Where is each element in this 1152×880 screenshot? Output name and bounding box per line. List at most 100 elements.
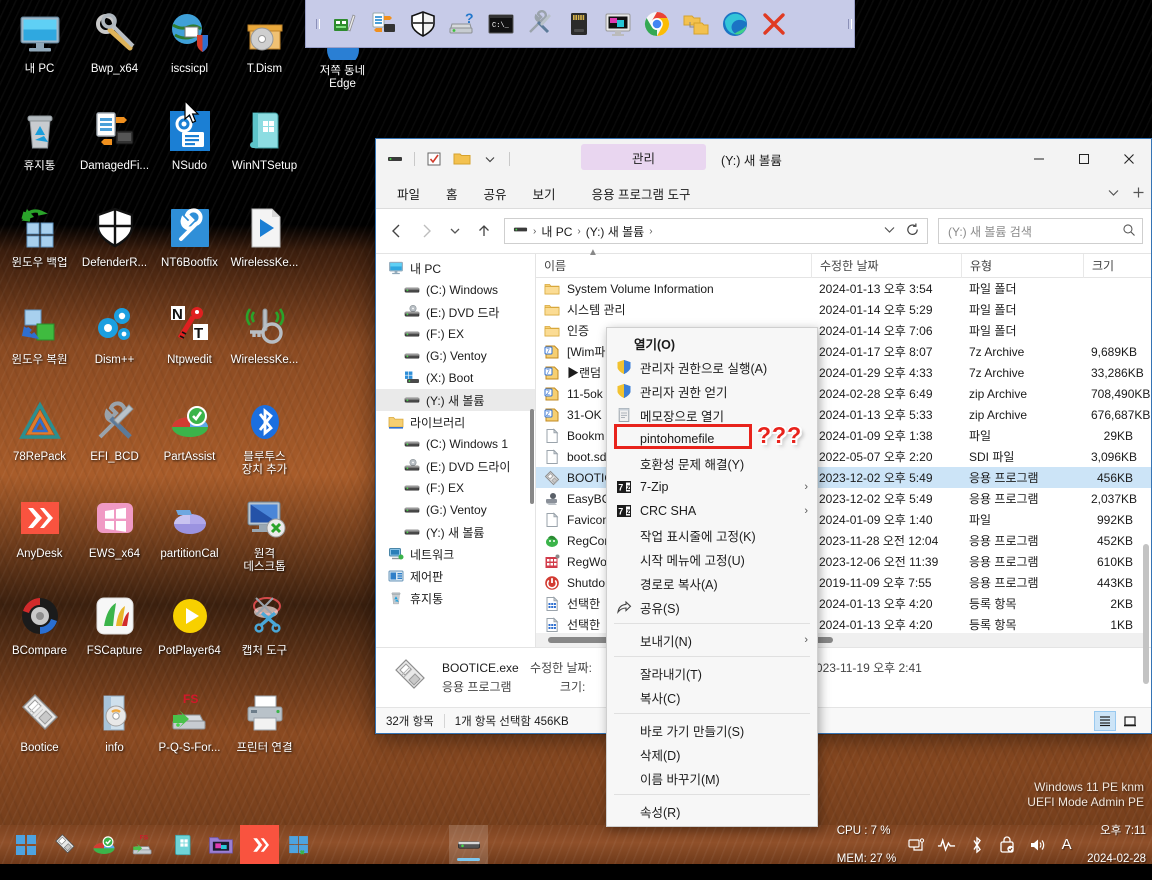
desktop-icon-내pc[interactable]: 내 PC xyxy=(2,4,77,101)
search-icon[interactable] xyxy=(1122,223,1136,240)
menu-item-9[interactable]: 시작 메뉴에 고정(U) xyxy=(607,547,817,571)
address-bar[interactable]: › 내 PC › (Y:) 새 볼륨 › xyxy=(504,218,928,244)
tab-home[interactable]: 홈 xyxy=(433,181,471,206)
desktop-icon-78repack[interactable]: 78RePack xyxy=(2,392,77,489)
column-headers[interactable]: 이름 ▲ 수정한 날짜 유형 크기 xyxy=(536,247,1151,278)
nav-item-15[interactable]: 휴지통 xyxy=(376,587,535,609)
desktop-icon-partitioncal[interactable]: partitionCal xyxy=(152,489,227,586)
display-icon[interactable] xyxy=(602,8,634,40)
desktop-icon-블루투스장치추가[interactable]: 블루투스 장치 추가 xyxy=(227,392,302,489)
volume-tray-icon[interactable] xyxy=(1027,835,1046,854)
context-menu[interactable]: 열기(O) 관리자 권한으로 실행(A) 관리자 권한 얻기 메모장으로 열기 pint… xyxy=(606,327,818,827)
folder-share-icon[interactable] xyxy=(680,8,712,40)
menu-item-14[interactable]: 복사(C) xyxy=(607,685,817,709)
taskbar-windows-tool[interactable] xyxy=(279,825,318,864)
bluetooth-tray-icon[interactable] xyxy=(967,835,986,854)
desktop-icon-캡처도구[interactable]: 캡처 도구 xyxy=(227,586,302,683)
desktop-icon-윈도우복원[interactable]: 윈도우 복원 xyxy=(2,295,77,392)
ime-tray-icon[interactable]: A xyxy=(1057,835,1076,854)
minimize-button[interactable] xyxy=(1016,139,1061,179)
nav-item-11[interactable]: (G:) Ventoy xyxy=(376,499,535,521)
large-icons-view-button[interactable] xyxy=(1119,711,1141,731)
menu-item-7[interactable]: 7 z CRC SHA › xyxy=(607,499,817,523)
details-view-button[interactable] xyxy=(1094,710,1116,731)
toolbar-grip-right[interactable] xyxy=(848,18,852,29)
taskbar-anydesk[interactable] xyxy=(240,825,279,864)
breadcrumb-chevron-0[interactable]: › xyxy=(533,226,536,237)
system-tray[interactable]: CPU : 7 % MEM: 27 % A 오후 7:11 2024-02-28 xyxy=(837,825,1146,865)
column-header-size[interactable]: 크기 xyxy=(1083,253,1151,278)
table-row[interactable]: 시스템 관리 2024-01-14 오후 5:29 파일 폴더 xyxy=(536,299,1151,320)
drive-icon[interactable] xyxy=(384,148,406,170)
tab-application-tools[interactable]: 응용 프로그램 도구 xyxy=(579,181,704,206)
desktop-icon-nsudo[interactable]: NSudo xyxy=(152,101,227,198)
desktop-icon-anydesk[interactable]: AnyDesk xyxy=(2,489,77,586)
address-bar-row[interactable]: › 내 PC › (Y:) 새 볼륨 › (Y:) 새 볼륨 검색 xyxy=(376,209,1151,253)
menu-item-2[interactable]: 관리자 권한 얻기 xyxy=(607,379,817,403)
desktop-icon-fscapture[interactable]: FSCapture xyxy=(77,586,152,683)
menu-item-5[interactable]: 호환성 문제 해결(Y) xyxy=(607,451,817,475)
nav-item-8[interactable]: (C:) Windows 1 xyxy=(376,433,535,455)
top-quick-launch-toolbar[interactable]: ? C:\_ xyxy=(305,0,855,48)
taskbar[interactable]: FS CPU : 7 % MEM: 27 % A 오후 7:11 2024-02… xyxy=(0,825,1152,865)
table-row[interactable]: System Volume Information 2024-01-13 오후 3… xyxy=(536,278,1151,299)
tab-file[interactable]: 파일 xyxy=(384,181,433,206)
desktop-icon-ntpwedit[interactable]: N T Ntpwedit xyxy=(152,295,227,392)
nav-item-13[interactable]: 네트워크 xyxy=(376,543,535,565)
breadcrumb-segment-0[interactable]: 내 PC xyxy=(541,223,572,240)
close-x-icon[interactable] xyxy=(758,8,790,40)
desktop-icon-nt6bootfix[interactable]: NT6Bootfix xyxy=(152,198,227,295)
column-header-name[interactable]: 이름 ▲ xyxy=(536,247,811,278)
address-bar-actions[interactable] xyxy=(883,222,923,240)
nav-item-0[interactable]: 내 PC xyxy=(376,257,535,279)
desktop-icon-프린터연결[interactable]: 프린터 연결 xyxy=(227,683,302,780)
nav-item-10[interactable]: (F:) EX xyxy=(376,477,535,499)
breadcrumb-segment-1[interactable]: (Y:) 새 볼륨 xyxy=(586,223,644,240)
chrome-icon[interactable] xyxy=(641,8,673,40)
window-controls[interactable] xyxy=(1016,139,1151,179)
activity-tray-icon[interactable] xyxy=(937,835,956,854)
desktop-icon-휴지통[interactable]: 휴지통 xyxy=(2,101,77,198)
shield-icon[interactable] xyxy=(407,8,439,40)
search-input[interactable]: (Y:) 새 볼륨 검색 xyxy=(948,223,1032,240)
column-header-date[interactable]: 수정한 날짜 xyxy=(811,253,961,278)
desktop-icon-bootice[interactable]: Bootice xyxy=(2,683,77,780)
close-button[interactable] xyxy=(1106,139,1151,179)
desktop-icon-wirelesske[interactable]: WirelessKe... xyxy=(227,295,302,392)
pcb-pen-icon[interactable] xyxy=(329,8,361,40)
breadcrumb-chevron-2[interactable]: › xyxy=(649,226,652,237)
memory-card-icon[interactable] xyxy=(563,8,595,40)
desktop-icon-winntsetup[interactable]: WinNTSetup xyxy=(227,101,302,198)
menu-item-12[interactable]: 보내기(N) › xyxy=(607,628,817,652)
up-button[interactable] xyxy=(471,218,497,244)
nav-item-5[interactable]: (X:) Boot xyxy=(376,367,535,389)
desktop-icon-윈도우백업[interactable]: 윈도우 백업 xyxy=(2,198,77,295)
clock[interactable]: 오후 7:11 2024-02-28 xyxy=(1087,810,1146,880)
nav-item-6[interactable]: (Y:) 새 볼륨 xyxy=(376,389,535,411)
desktop-icon-iscsicpl[interactable]: iscsicpl xyxy=(152,4,227,101)
taskbar-bootice[interactable] xyxy=(45,825,84,864)
forward-button[interactable] xyxy=(413,218,439,244)
security-tray-icon[interactable] xyxy=(997,835,1016,854)
nav-item-4[interactable]: (G:) Ventoy xyxy=(376,345,535,367)
file-repair-icon[interactable] xyxy=(368,8,400,40)
recent-locations-button[interactable] xyxy=(442,218,468,244)
nav-item-9[interactable]: (E:) DVD 드라이 xyxy=(376,455,535,477)
desktop-icon-defenderr[interactable]: DefenderR... xyxy=(77,198,152,295)
menu-item-0[interactable]: 열기(O) xyxy=(607,331,817,355)
maximize-button[interactable] xyxy=(1061,139,1106,179)
menu-item-1[interactable]: 관리자 권한으로 실행(A) xyxy=(607,355,817,379)
back-button[interactable] xyxy=(384,218,410,244)
desktop-icon-efibcd[interactable]: EFI_BCD xyxy=(77,392,152,489)
menu-item-11[interactable]: 공유(S) xyxy=(607,595,817,619)
edge-icon[interactable] xyxy=(719,8,751,40)
explorer-titlebar[interactable]: 관리 (Y:) 새 볼륨 xyxy=(376,139,1151,179)
address-dropdown-icon[interactable] xyxy=(883,223,896,239)
menu-item-10[interactable]: 경로로 복사(A) xyxy=(607,571,817,595)
tab-share[interactable]: 공유 xyxy=(471,181,520,206)
start-button[interactable] xyxy=(6,825,45,864)
menu-item-6[interactable]: 7 z 7-Zip › xyxy=(607,475,817,499)
menu-item-13[interactable]: 잘라내기(T) xyxy=(607,661,817,685)
console-icon[interactable]: C:\_ xyxy=(485,8,517,40)
desktop-icon-damagedfi[interactable]: DamagedFi... xyxy=(77,101,152,198)
